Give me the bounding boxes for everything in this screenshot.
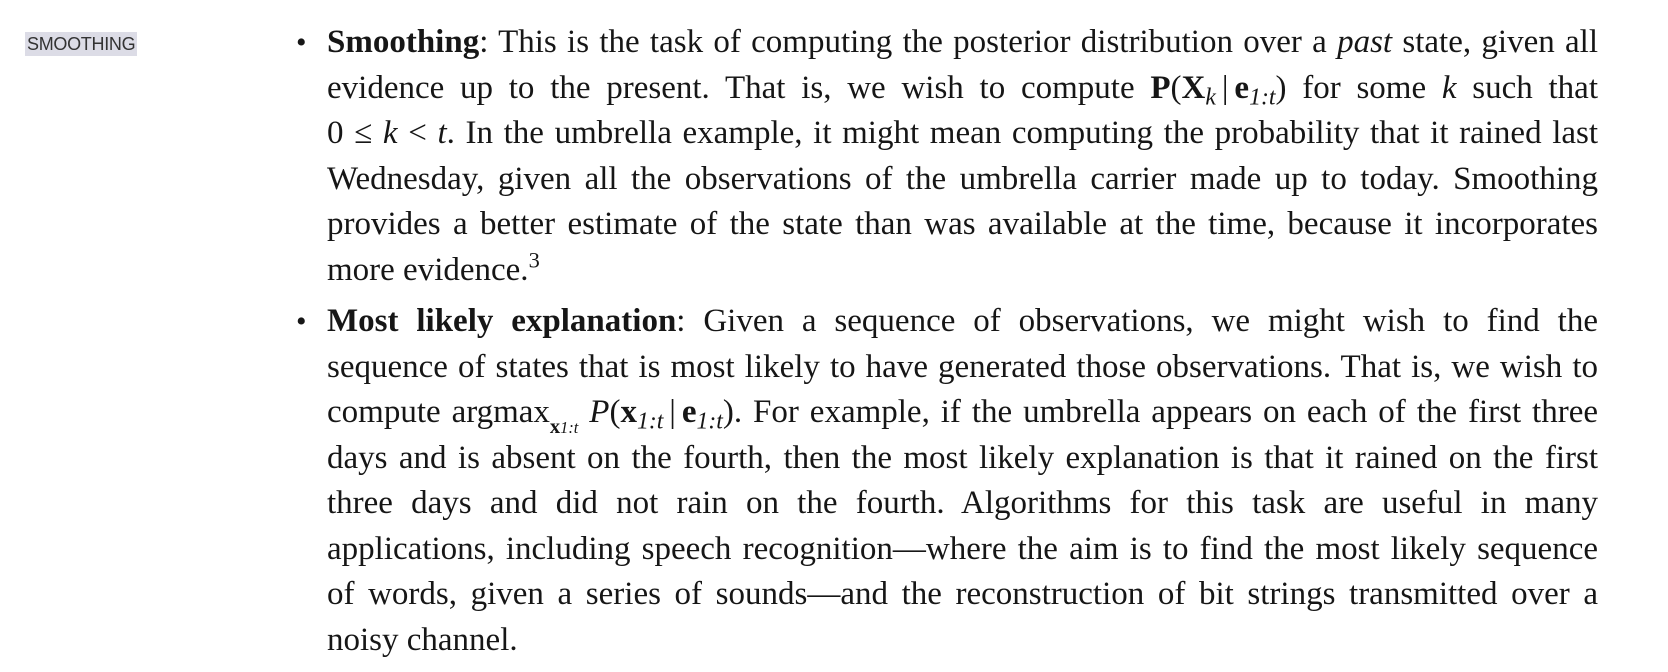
formula-inequality: 0 ≤ k < t	[327, 115, 447, 151]
formula-smoothing: P(Xk | e1:t)	[1150, 69, 1287, 111]
footnote-marker[interactable]: 3	[529, 247, 540, 272]
formula-symbol: ≤	[354, 115, 373, 151]
formula-symbol: P	[589, 394, 610, 430]
margin-note-smoothing[interactable]: SMOOTHING	[25, 32, 138, 56]
term-smoothing: Smoothing	[327, 24, 480, 60]
formula-symbol: 0	[327, 115, 344, 151]
formula-subscript: x1:t	[550, 416, 578, 438]
formula-symbol: X	[1181, 69, 1206, 106]
formula-symbol: 1:t	[560, 418, 579, 438]
formula-subscript: 1:t	[636, 408, 664, 435]
formula-symbol: P	[1150, 69, 1171, 106]
formula-operator: argmax	[451, 394, 550, 430]
formula-symbol: e	[681, 394, 697, 430]
list-item-most-likely-explanation: • Most likely explanation: Given a seque…	[296, 299, 1598, 663]
text-segment: . In the umbrella example, it might mean…	[327, 115, 1599, 288]
formula-subscript: 1:t	[696, 408, 723, 435]
emphasis-past: past	[1337, 24, 1393, 60]
formula-symbol: x	[620, 394, 637, 430]
formula-symbol: t	[437, 115, 447, 151]
text-segment: such that	[1456, 69, 1598, 106]
formula-symbol: k	[382, 115, 398, 151]
formula-symbol: <	[408, 115, 427, 151]
text-segment: for some	[1286, 69, 1442, 106]
formula-subscript: k	[1205, 84, 1216, 111]
term-most-likely-explanation: Most likely explanation	[327, 303, 677, 339]
formula-symbol: e	[1234, 69, 1250, 106]
formula-argmax: argmaxx1:t P(x1:t | e1:t)	[451, 394, 734, 439]
bullet-icon: •	[296, 305, 307, 338]
bullet-icon: •	[296, 26, 307, 59]
formula-subscript: 1:t	[1249, 84, 1276, 111]
text-segment: . For example, if the umbrella appears o…	[327, 394, 1598, 658]
bullet-list: • Smoothing: This is the task of computi…	[296, 20, 1598, 669]
text-segment: : This is the task of computing the post…	[479, 24, 1338, 60]
formula-symbol: x	[549, 416, 561, 439]
list-item-smoothing: • Smoothing: This is the task of computi…	[296, 20, 1598, 293]
variable-k: k	[1441, 69, 1457, 106]
